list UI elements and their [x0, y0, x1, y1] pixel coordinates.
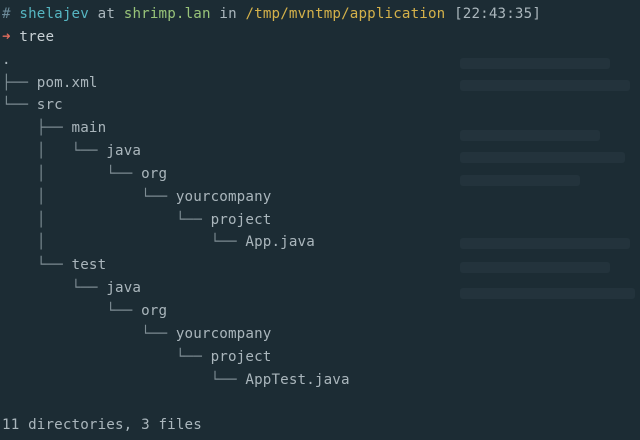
tree-entry-name: src: [36, 97, 63, 114]
tree-guide: ├──: [2, 74, 37, 91]
tree-summary: 11 directories, 3 files: [2, 417, 202, 434]
tree-entry-name: pom.xml: [36, 74, 98, 91]
prompt-host: shrimp.lan: [123, 6, 211, 22]
tree-guide: │ └──: [2, 211, 211, 228]
tree-guide: └──: [2, 325, 176, 342]
tree-entry-name: project: [210, 211, 272, 228]
tree-guide: │ └──: [2, 234, 246, 251]
tree-guide: ├──: [2, 120, 72, 137]
tree-entry: └── org: [2, 300, 541, 323]
tree-entry: │ └── org: [2, 163, 541, 186]
prompt-in: in: [219, 6, 237, 22]
tree-entry-name: test: [71, 257, 107, 274]
tree-guide: └──: [2, 97, 37, 114]
tree-entry: └── AppTest.java: [2, 369, 541, 392]
tree-guide: └──: [2, 371, 246, 388]
tree-guide: └──: [2, 257, 72, 274]
tree-entry-name: App.java: [245, 234, 315, 251]
tree-entry: └── test: [2, 254, 541, 277]
tree-entry: ├── main: [2, 117, 541, 140]
tree-entry: └── java: [2, 277, 541, 300]
tree-entry: │ └── java: [2, 140, 541, 163]
tree-entry: └── src: [2, 94, 541, 117]
tree-entry: │ └── project: [2, 209, 541, 232]
tree-entry-name: java: [106, 280, 142, 297]
tree-guide: │ └──: [2, 188, 176, 205]
tree-entry-name: main: [71, 120, 107, 137]
tree-entry-name: org: [141, 165, 168, 182]
tree-entry: └── yourcompany: [2, 323, 541, 346]
prompt-hash: #: [2, 6, 11, 22]
prompt-time: [22:43:35]: [454, 6, 542, 22]
prompt-arrow-icon: ➜: [2, 28, 11, 45]
tree-root-label: .: [2, 51, 11, 68]
tree-entry-name: AppTest.java: [245, 371, 350, 388]
tree-root: .: [2, 49, 541, 72]
tree-entry-name: yourcompany: [175, 325, 272, 342]
terminal-output: # shelajev at shrimp.lan in /tmp/mvntmp/…: [2, 3, 541, 437]
prompt-line: # shelajev at shrimp.lan in /tmp/mvntmp/…: [2, 3, 541, 26]
tree-entry-name: yourcompany: [175, 188, 272, 205]
prompt-path: /tmp/mvntmp/application: [245, 6, 446, 22]
tree-guide: │ └──: [2, 143, 107, 160]
tree-entry-name: java: [106, 143, 142, 160]
command-text: tree: [19, 28, 55, 45]
tree-entry-name: project: [210, 348, 272, 365]
prompt-at: at: [97, 6, 116, 22]
tree-entry: └── project: [2, 346, 541, 369]
terminal-window[interactable]: # shelajev at shrimp.lan in /tmp/mvntmp/…: [0, 0, 640, 440]
tree-entry: ├── pom.xml: [2, 72, 541, 95]
tree-entry: │ └── App.java: [2, 231, 541, 254]
prompt-user: shelajev: [19, 6, 89, 22]
command-line[interactable]: ➜ tree: [2, 26, 541, 49]
tree-guide: └──: [2, 280, 107, 297]
tree-guide: │ └──: [2, 165, 142, 182]
tree-guide: └──: [2, 302, 142, 319]
tree-guide: └──: [2, 348, 211, 365]
tree-entry-name: org: [141, 302, 168, 319]
tree-entry: │ └── yourcompany: [2, 186, 541, 209]
tree-summary-line: 11 directories, 3 files: [2, 414, 541, 437]
